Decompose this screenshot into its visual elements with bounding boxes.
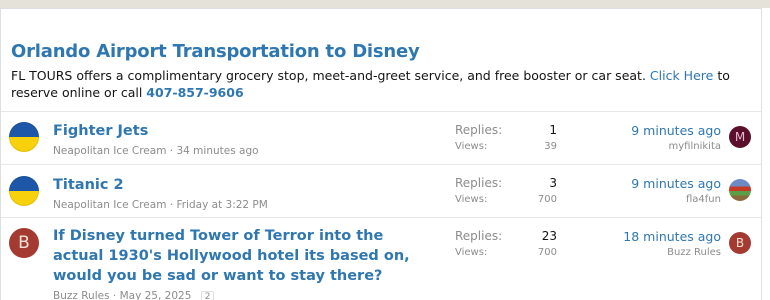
last-poster-avatar[interactable]: M [729, 126, 751, 148]
thread-page-link[interactable]: 2 [200, 291, 215, 300]
last-post-user-link[interactable]: fla4fun [581, 194, 721, 205]
ukraine-flag-avatar-icon[interactable] [9, 122, 39, 152]
meta-separator: · [169, 199, 174, 211]
last-post-time-link[interactable]: 9 minutes ago [581, 176, 721, 191]
meta-separator: · [112, 290, 117, 300]
reserve-link[interactable]: Click Here [650, 68, 713, 83]
thread-start-date-link[interactable]: Friday at 3:22 PM [176, 199, 267, 211]
phone-link[interactable]: 407-857-9606 [146, 85, 243, 100]
thread-start-date-link[interactable]: May 25, 2025 [120, 290, 192, 300]
last-post: 9 minutes ago fla4fun [581, 176, 721, 205]
replies-label: Replies: [455, 176, 503, 190]
thread-row: B If Disney turned Tower of Terror into … [1, 218, 761, 300]
views-label: Views: [455, 247, 488, 258]
thread-main: Fighter Jets Neapolitan Ice Cream · 34 m… [53, 121, 431, 157]
last-poster-photo-avatar-icon[interactable] [729, 179, 751, 201]
thread-row: Fighter Jets Neapolitan Ice Cream · 34 m… [1, 112, 761, 165]
thread-start-date-link[interactable]: 34 minutes ago [176, 145, 258, 157]
thread-main: Titanic 2 Neapolitan Ice Cream · Friday … [53, 175, 431, 211]
thread-title-link[interactable]: Fighter Jets [53, 121, 431, 141]
last-poster-avatar[interactable]: B [729, 232, 751, 254]
thread-author-link[interactable]: Neapolitan Ice Cream [53, 199, 166, 211]
last-post: 9 minutes ago myfilnikita [581, 123, 721, 152]
replies-count: 23 [541, 229, 557, 243]
thread-title-link[interactable]: Titanic 2 [53, 175, 431, 195]
views-count: 39 [544, 141, 557, 152]
views-label: Views: [455, 194, 488, 205]
thread-row: Titanic 2 Neapolitan Ice Cream · Friday … [1, 165, 761, 218]
thread-meta: Neapolitan Ice Cream · 34 minutes ago [53, 145, 431, 157]
last-post-time-link[interactable]: 18 minutes ago [581, 229, 721, 244]
thread-meta: Buzz Rules · May 25, 2025 2 [53, 290, 431, 300]
thread-starter-avatar[interactable]: B [9, 228, 39, 258]
thread-main: If Disney turned Tower of Terror into th… [53, 226, 431, 300]
notice-text: FL TOURS offers a complimentary grocery … [11, 68, 646, 83]
forum-page: Orlando Airport Transportation to Disney… [0, 0, 770, 300]
thread-author-link[interactable]: Neapolitan Ice Cream [53, 145, 166, 157]
last-post-user-link[interactable]: Buzz Rules [581, 247, 721, 258]
meta-separator: · [169, 145, 174, 157]
notice-title-link[interactable]: Orlando Airport Transportation to Disney [11, 41, 751, 62]
last-post-user-link[interactable]: myfilnikita [581, 141, 721, 152]
notice-body: FL TOURS offers a complimentary grocery … [11, 67, 751, 101]
replies-count: 1 [549, 123, 557, 137]
thread-title-link[interactable]: If Disney turned Tower of Terror into th… [53, 226, 431, 286]
thread-stats: Replies: 23 Views: 700 [455, 229, 557, 258]
ukraine-flag-avatar-icon[interactable] [9, 176, 39, 206]
views-count: 700 [537, 194, 557, 205]
replies-label: Replies: [455, 229, 503, 243]
thread-list-container: Orlando Airport Transportation to Disney… [0, 8, 762, 300]
thread-meta: Neapolitan Ice Cream · Friday at 3:22 PM [53, 199, 431, 211]
replies-count: 3 [549, 176, 557, 190]
thread-stats: Replies: 1 Views: 39 [455, 123, 557, 152]
thread-stats: Replies: 3 Views: 700 [455, 176, 557, 205]
replies-label: Replies: [455, 123, 503, 137]
top-band [0, 0, 770, 8]
last-post: 18 minutes ago Buzz Rules [581, 229, 721, 258]
views-count: 700 [537, 247, 557, 258]
last-post-time-link[interactable]: 9 minutes ago [581, 123, 721, 138]
sponsored-notice: Orlando Airport Transportation to Disney… [1, 9, 761, 112]
views-label: Views: [455, 141, 488, 152]
thread-author-link[interactable]: Buzz Rules [53, 290, 110, 300]
